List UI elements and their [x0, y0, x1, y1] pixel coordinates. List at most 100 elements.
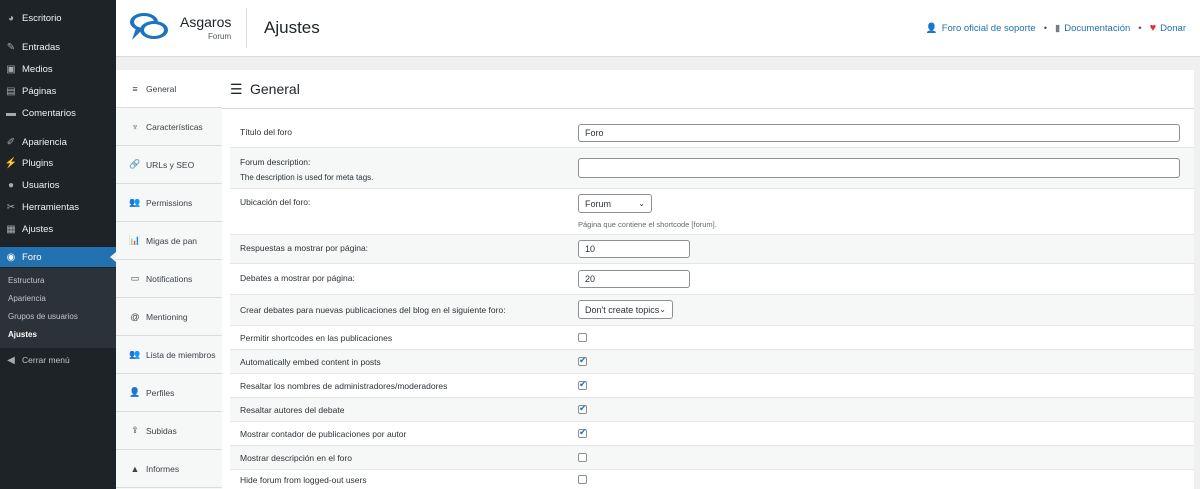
documentation-link[interactable]: Documentación [1064, 23, 1130, 34]
highlight-authors-checkbox[interactable] [578, 403, 587, 414]
profile-icon: 👤 [129, 387, 141, 397]
menu-label: Usuarios [22, 179, 60, 191]
dashboard-icon: ◕ [7, 12, 15, 24]
tab-label: Notifications [146, 273, 193, 284]
topics-per-page-input[interactable] [578, 270, 690, 288]
setting-row-topics-per-page: Debates a mostrar por página: [230, 264, 1194, 295]
forum-description-textarea[interactable] [578, 158, 1180, 178]
setting-row-forum-location: Ubicación del foro: Forum ⌄ Página que co… [230, 189, 1194, 235]
menu-item-ajustes[interactable]: ▦ Ajustes [0, 219, 116, 239]
tab-members-list[interactable]: 👥 Lista de miembros [116, 336, 222, 374]
heart-icon: ♥ [1149, 22, 1157, 34]
header-divider [246, 8, 247, 48]
tab-label: URLs y SEO [146, 159, 195, 170]
embed-content-checkbox[interactable] [578, 355, 587, 366]
warning-icon: ▲ [130, 463, 140, 474]
setting-label: Ubicación del foro: [240, 197, 311, 207]
tab-label: Perfiles [146, 387, 175, 398]
highlight-admins-checkbox[interactable] [578, 379, 587, 390]
allow-shortcodes-checkbox[interactable] [578, 333, 587, 342]
setting-row-forum-description: Forum description: The description is us… [230, 148, 1194, 189]
collapse-menu-button[interactable]: ◀ Cerrar menú [0, 350, 116, 370]
tab-label: General [146, 83, 177, 94]
setting-label: Automatically embed content in posts [240, 357, 381, 367]
tab-label: Permissions [146, 197, 193, 208]
forum-bubbles-icon [130, 13, 168, 40]
submenu-apariencia[interactable]: Apariencia [8, 294, 46, 303]
submenu-estructura[interactable]: Estructura [8, 276, 44, 285]
asgaros-logo: Asgaros Forum [128, 8, 240, 46]
setting-label: Permitir shortcodes en las publicaciones [240, 333, 393, 343]
tab-label: Informes [146, 463, 180, 474]
setting-label: Forum description: [240, 157, 311, 167]
menu-label: Páginas [22, 85, 57, 97]
tab-urls-seo[interactable]: 🔗 URLs y SEO [116, 146, 222, 184]
support-forum-link[interactable]: Foro oficial de soporte [942, 23, 1036, 34]
page-icon: ▤ [6, 85, 16, 97]
user-icon: ● [7, 179, 15, 191]
menu-item-comentarios[interactable]: ▬ Comentarios [0, 103, 116, 123]
setting-label: Título del foro [240, 127, 292, 137]
donate-link[interactable]: Donar [1160, 23, 1186, 34]
forum-location-select[interactable]: Forum ⌄ [578, 194, 652, 213]
menu-item-medios[interactable]: ▣ Medios [0, 59, 116, 79]
setting-label: Resaltar autores del debate [240, 405, 345, 415]
setting-row-highlight-authors: Resaltar autores del debate [230, 398, 1194, 422]
submenu-grupos[interactable]: Grupos de usuarios [8, 312, 78, 321]
setting-row-forum-title: Título del foro [230, 119, 1194, 148]
submenu-ajustes[interactable]: Ajustes [8, 330, 37, 339]
menu-label: Apariencia [22, 136, 67, 148]
setting-label: Respuestas a mostrar por página: [240, 243, 369, 253]
menu-item-paginas[interactable]: ▤ Páginas [0, 81, 116, 101]
tab-uploads[interactable]: ⇪ Subidas [116, 412, 222, 450]
notification-icon: ▭ [130, 273, 140, 283]
tab-reports[interactable]: ▲ Informes [116, 450, 222, 488]
menu-item-apariencia[interactable]: ✐ Apariencia [0, 132, 116, 152]
wrench-icon: ✂ [6, 201, 16, 213]
users-icon: 👥 [129, 197, 141, 207]
tab-caracteristicas[interactable]: ♆ Características [116, 108, 222, 146]
post-counter-checkbox[interactable] [578, 427, 587, 438]
setting-row-embed-content: Automatically embed content in posts [230, 350, 1194, 374]
breadcrumb-icon: 📊 [129, 235, 141, 245]
tab-profiles[interactable]: 👤 Perfiles [116, 374, 222, 412]
menu-item-usuarios[interactable]: ● Usuarios [0, 175, 116, 195]
media-icon: ▣ [6, 63, 16, 75]
blog-topics-forum-select[interactable]: Don't create topics ⌄ [578, 300, 673, 319]
menu-label: Escritorio [22, 12, 62, 24]
menu-item-foro[interactable]: ◉ Foro [0, 247, 116, 267]
menu-label: Comentarios [22, 107, 76, 119]
tab-label: Características [146, 121, 203, 132]
tab-label: Migas de pan [146, 235, 198, 246]
forum-title-input[interactable] [578, 124, 1180, 142]
menu-item-herramientas[interactable]: ✂ Herramientas [0, 197, 116, 217]
show-description-checkbox[interactable] [578, 453, 587, 462]
menu-label: Medios [22, 63, 53, 75]
setting-label: Debates a mostrar por página: [240, 273, 355, 283]
menu-item-entradas[interactable]: ✎ Entradas [0, 37, 116, 57]
tab-general[interactable]: ≡ General [116, 70, 222, 108]
setting-row-allow-shortcodes: Permitir shortcodes en las publicaciones [230, 326, 1194, 350]
setting-label: Crear debates para nuevas publicaciones … [240, 305, 506, 315]
tab-permissions[interactable]: 👥 Permissions [116, 184, 222, 222]
hide-forum-checkbox[interactable] [578, 475, 587, 484]
comment-icon: ▬ [6, 107, 16, 119]
chevron-down-icon: ⌄ [659, 305, 666, 314]
menu-item-escritorio[interactable]: ◕ Escritorio [0, 8, 116, 28]
admin-sidebar: ◕ Escritorio ✎ Entradas ▣ Medios ▤ Páginas ▬… [0, 0, 116, 489]
section-title: General [250, 81, 300, 97]
menu-label: Foro [22, 251, 42, 263]
tab-breadcrumbs[interactable]: 📊 Migas de pan [116, 222, 222, 260]
tab-notifications[interactable]: ▭ Notifications [116, 260, 222, 298]
setting-description: The description is used for meta tags. [240, 173, 374, 182]
setting-label: Hide forum from logged-out users [240, 475, 367, 485]
tab-mentioning[interactable]: @ Mentioning [116, 298, 222, 336]
menu-label: Cerrar menú [22, 355, 70, 365]
setting-label: Resaltar los nombres de administradores/… [240, 381, 448, 391]
replies-per-page-input[interactable] [578, 240, 690, 258]
chevron-down-icon: ⌄ [638, 199, 645, 208]
forum-icon: ◉ [6, 251, 16, 263]
upload-icon: ⇪ [131, 425, 139, 435]
menu-item-plugins[interactable]: ⚡ Plugins [0, 153, 116, 173]
setting-label: Mostrar descripción en el foro [240, 453, 352, 463]
